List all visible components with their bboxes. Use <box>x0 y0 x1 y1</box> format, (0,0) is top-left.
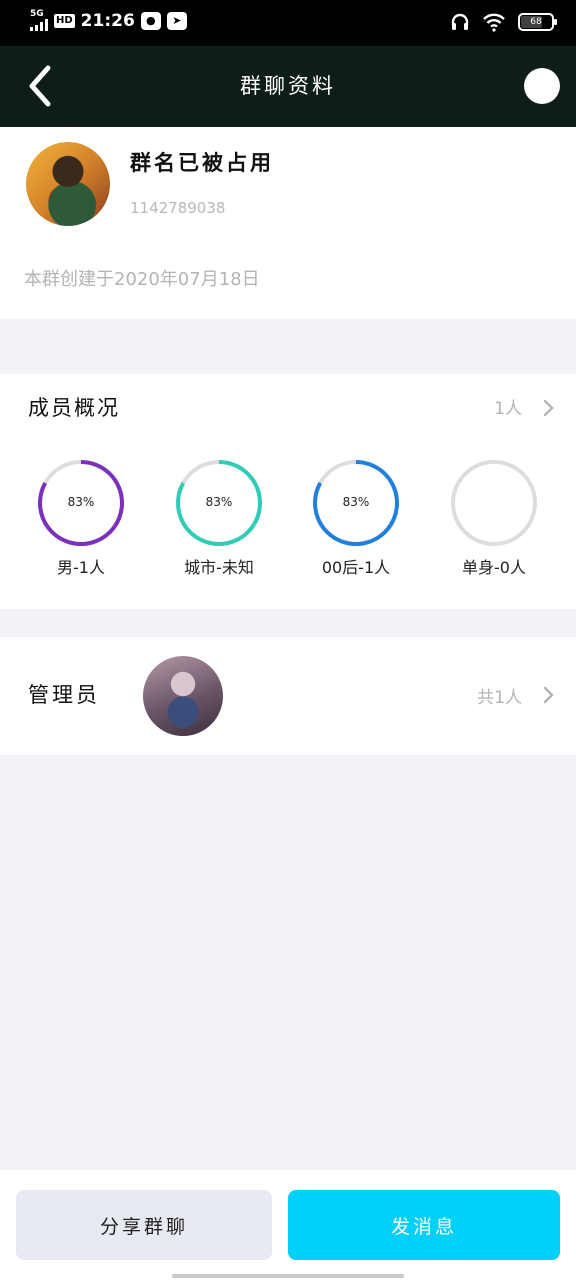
stat-percent: 83% <box>67 495 95 509</box>
group-info-card: 群名已被占用 1142789038 本群创建于2020年07月18日 <box>0 127 576 319</box>
stat-percent: 83% <box>342 495 370 509</box>
chevron-right-icon <box>543 686 554 704</box>
wechat-icon: ● <box>140 11 161 30</box>
admin-avatar[interactable] <box>143 656 223 736</box>
wifi-icon <box>483 13 505 32</box>
chevron-right-icon <box>543 399 554 417</box>
group-id: 1142789038 <box>130 199 226 217</box>
group-created-date: 本群创建于2020年07月18日 <box>24 269 260 290</box>
network-type: 5G <box>30 9 44 19</box>
status-time: 21:26 <box>80 10 135 31</box>
group-avatar[interactable] <box>26 142 110 226</box>
battery-icon: 68 <box>518 13 557 31</box>
members-overview-card[interactable]: 成员概况 1人 83% 男-1人 83% 城市-未知 83% 00后-1人 单身… <box>0 374 576 609</box>
admin-count: 共1人 <box>477 688 522 708</box>
status-bar: 5G HD 21:26 ● ➤ 68 <box>0 0 576 46</box>
cell-signal-icon: 5G <box>30 10 48 31</box>
members-title: 成员概况 <box>28 396 120 420</box>
more-button[interactable] <box>524 68 560 104</box>
stat-label: 城市-未知 <box>184 558 254 577</box>
headphones-icon <box>451 13 469 30</box>
stat-label: 男-1人 <box>57 558 105 577</box>
admin-title: 管理员 <box>28 683 100 707</box>
share-group-button[interactable]: 分享群聊 <box>16 1190 272 1260</box>
stat-label: 00后-1人 <box>321 558 391 577</box>
home-indicator[interactable] <box>172 1274 404 1278</box>
send-message-button[interactable]: 发消息 <box>288 1190 560 1260</box>
page-title: 群聊资料 <box>240 74 336 98</box>
member-count: 1人 <box>494 399 522 419</box>
nav-bar: 群聊资料 <box>0 46 576 127</box>
stat-label: 单身-0人 <box>462 558 526 577</box>
admin-card[interactable]: 管理员 共1人 <box>0 637 576 755</box>
stat-ring <box>451 460 537 546</box>
hd-badge: HD <box>54 13 75 28</box>
telegram-icon: ➤ <box>166 11 187 30</box>
stat-city: 83% 城市-未知 <box>149 458 289 578</box>
stat-single: 单身-0人 <box>424 458 564 578</box>
group-name: 群名已被占用 <box>130 151 274 175</box>
bottom-action-bar: 分享群聊 发消息 <box>0 1170 576 1280</box>
stat-age: 83% 00后-1人 <box>286 458 426 578</box>
stat-percent: 83% <box>205 495 233 509</box>
stat-gender: 83% 男-1人 <box>11 458 151 578</box>
